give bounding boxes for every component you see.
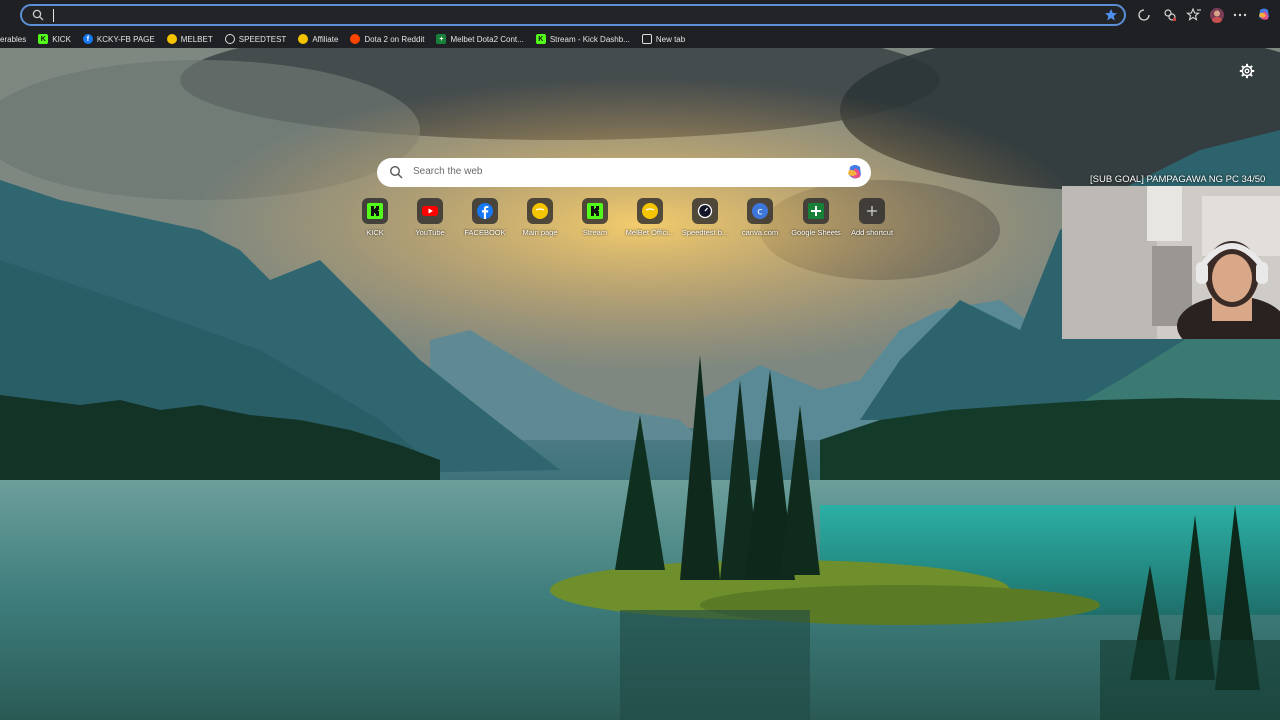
- melbet-icon: [532, 203, 548, 219]
- shortcut-label: FACEBOOK: [464, 228, 506, 237]
- shortcut-tile: [472, 198, 498, 224]
- bookmarks-bar: erables K KICK f KCKY-FB PAGE MELBET SPE…: [0, 30, 1280, 48]
- add-shortcut-button[interactable]: Add shortcut: [845, 198, 899, 237]
- extensions-icon[interactable]: [1136, 7, 1152, 23]
- web-search-box[interactable]: Search the web: [377, 158, 871, 187]
- shortcut-label: Stream: [582, 228, 608, 237]
- bookmark-item[interactable]: SPEEDTEST: [224, 34, 287, 44]
- background-landscape: [0, 0, 1280, 720]
- shortcut-facebook[interactable]: FACEBOOK: [458, 198, 512, 237]
- bookmark-item[interactable]: f KCKY-FB PAGE: [82, 34, 155, 44]
- shortcut-label: Speedtest b...: [681, 228, 729, 237]
- sub-goal-text: [SUB GOAL] PAMPAGAWA NG PC 34/50: [1090, 174, 1266, 185]
- kick-icon: K: [38, 34, 49, 44]
- settings-gear-icon[interactable]: [1238, 62, 1256, 80]
- canva-icon: c: [752, 203, 768, 219]
- page-icon: [641, 34, 652, 44]
- profile-avatar[interactable]: [1209, 7, 1225, 23]
- copilot-icon[interactable]: [1256, 7, 1272, 23]
- bookmark-item[interactable]: Dota 2 on Reddit: [350, 34, 424, 44]
- shortcut-label: Add shortcut: [850, 228, 894, 237]
- favorites-icon[interactable]: [1186, 7, 1202, 23]
- search-icon: [389, 165, 403, 179]
- shortcut-tile: [803, 198, 829, 224]
- facebook-icon: [477, 203, 493, 219]
- bookmark-item[interactable]: erables: [0, 35, 26, 44]
- shortcut-tile: [527, 198, 553, 224]
- svg-text:c: c: [757, 207, 763, 218]
- shortcut-label: Google Sheets: [791, 228, 841, 237]
- bookmark-label: erables: [0, 34, 27, 44]
- sheets-icon: +: [436, 34, 447, 44]
- webcam-image: [1062, 186, 1280, 339]
- shortcut-tile: [637, 198, 663, 224]
- copilot-icon[interactable]: [845, 163, 865, 183]
- kick-icon: K: [535, 34, 546, 44]
- kick-icon: [587, 203, 603, 219]
- bookmark-item[interactable]: New tab: [641, 34, 686, 44]
- youtube-icon: [422, 206, 438, 216]
- bookmark-label: Affiliate: [312, 34, 339, 44]
- webcam-feed: [1062, 186, 1280, 339]
- facebook-icon: f: [82, 34, 93, 44]
- search-icon: [32, 9, 44, 21]
- shortcut-tile: [362, 198, 388, 224]
- shortcut-youtube[interactable]: YouTube: [403, 198, 457, 237]
- melbet-icon: [642, 203, 658, 219]
- shortcut-melbet-official[interactable]: MelBet Offici...: [623, 198, 677, 237]
- shortcut-label: canva.com: [741, 228, 779, 237]
- address-input[interactable]: [53, 9, 54, 22]
- sheets-icon: [808, 203, 824, 219]
- reddit-icon: [350, 34, 361, 44]
- shortcut-tile: [417, 198, 443, 224]
- bookmark-item[interactable]: MELBET: [166, 34, 213, 44]
- more-menu-icon[interactable]: [1232, 7, 1248, 23]
- melbet-icon: [166, 34, 177, 44]
- bookmark-label: Dota 2 on Reddit: [364, 34, 425, 44]
- shortcut-main-page[interactable]: Main page: [513, 198, 567, 237]
- bookmark-label: MELBET: [180, 34, 213, 44]
- shortcut-label: YouTube: [415, 228, 445, 237]
- search-input[interactable]: Search the web: [413, 166, 483, 177]
- melbet-icon: [298, 34, 309, 44]
- bookmark-label: SPEEDTEST: [238, 34, 287, 44]
- shortcut-tile: [859, 198, 885, 224]
- shortcut-tile: [582, 198, 608, 224]
- speedtest-icon: [697, 203, 713, 219]
- bookmark-label: New tab: [655, 34, 686, 44]
- bookmark-item[interactable]: K KICK: [38, 34, 71, 44]
- cast-icon[interactable]: [1162, 7, 1178, 23]
- bookmark-item[interactable]: + Melbet Dota2 Cont...: [436, 34, 524, 44]
- kick-icon: [367, 203, 383, 219]
- shortcut-label: KICK: [366, 228, 384, 237]
- bookmark-label: KICK: [52, 34, 71, 44]
- bookmark-label: Stream - Kick Dashb...: [549, 34, 630, 44]
- browser-toolbar: [0, 0, 1280, 30]
- shortcut-speedtest[interactable]: Speedtest b...: [678, 198, 732, 237]
- shortcut-google-sheets[interactable]: Google Sheets: [789, 198, 843, 237]
- shortcut-tile: c: [747, 198, 773, 224]
- shortcut-stream[interactable]: Stream: [568, 198, 622, 237]
- bookmark-item[interactable]: Affiliate: [298, 34, 338, 44]
- shortcut-kick[interactable]: KICK: [348, 198, 402, 237]
- plus-icon: [867, 206, 877, 216]
- bookmark-item[interactable]: K Stream - Kick Dashb...: [535, 34, 630, 44]
- shortcut-canva[interactable]: c canva.com: [733, 198, 787, 237]
- bookmark-label: KCKY-FB PAGE: [96, 34, 155, 44]
- shortcut-label: MelBet Offici...: [625, 228, 675, 237]
- bookmark-label: Melbet Dota2 Cont...: [450, 34, 524, 44]
- landscape-image: [0, 20, 1280, 720]
- address-bar[interactable]: [20, 4, 1126, 26]
- favorite-star-icon[interactable]: [1104, 8, 1118, 22]
- shortcut-tile: [692, 198, 718, 224]
- speedtest-icon: [224, 34, 235, 44]
- shortcut-label: Main page: [522, 228, 558, 237]
